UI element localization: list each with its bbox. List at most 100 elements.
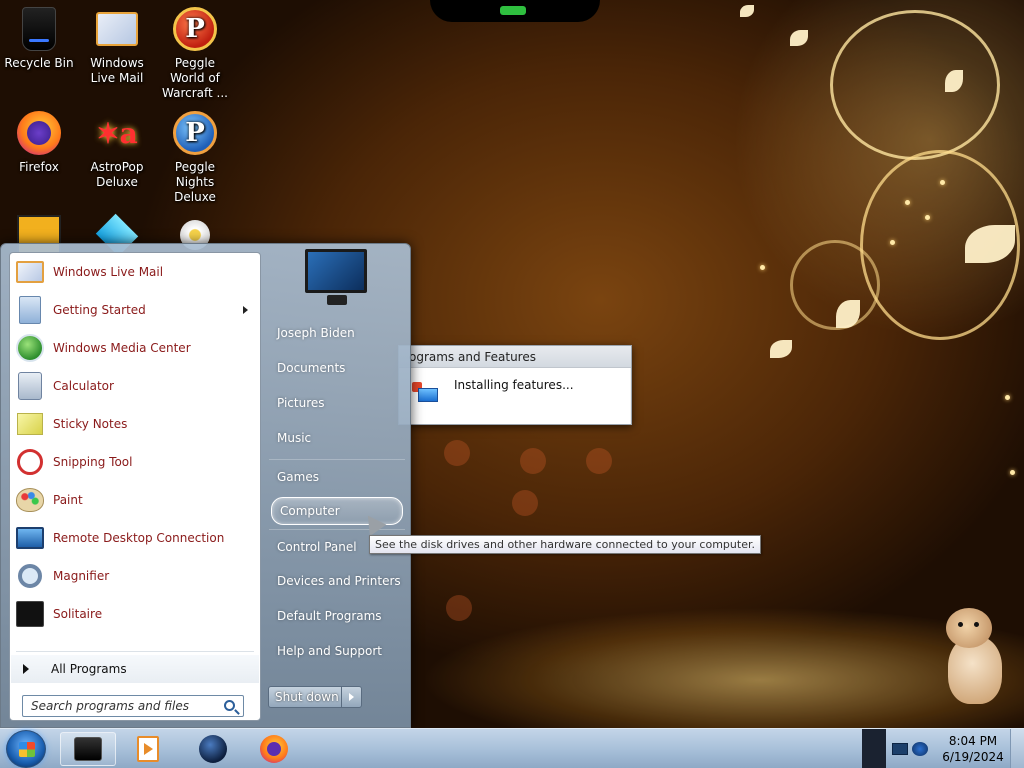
desktop-icon-label: Firefox <box>19 160 59 174</box>
recycle-bin-icon <box>16 6 62 52</box>
program-item-label: Magnifier <box>53 569 110 583</box>
desktop-icon-label: Peggle World of Warcraft ... <box>162 56 228 100</box>
start-button[interactable] <box>6 730 46 768</box>
wallpaper-sparkle <box>890 240 895 245</box>
dialog-title[interactable]: ograms and Features <box>399 346 631 368</box>
wallpaper-sparkle <box>925 215 930 220</box>
media-center-icon <box>15 333 45 363</box>
peggle-nights-icon: P <box>172 110 218 156</box>
getting-started-icon <box>15 295 45 325</box>
clock-time: 8:04 PM <box>948 734 998 748</box>
desktop-icon-peggle-wow[interactable]: P Peggle World of Warcraft ... <box>156 6 234 101</box>
programs-features-dialog[interactable]: ograms and Features Installing features.… <box>398 345 632 425</box>
submenu-arrow-icon[interactable] <box>243 306 248 314</box>
volume-icon[interactable] <box>912 742 928 756</box>
wallpaper-bokeh <box>512 490 538 516</box>
wallpaper-sparkle <box>1005 395 1010 400</box>
show-desktop-button[interactable] <box>1010 729 1024 768</box>
globe-icon <box>199 735 227 763</box>
wallpaper-swirl <box>830 10 1000 160</box>
place-help-support[interactable]: Help and Support <box>269 634 405 669</box>
program-item-label: Calculator <box>53 379 114 393</box>
program-item-label: Getting Started <box>53 303 146 317</box>
install-icon <box>412 382 438 404</box>
wallpaper-leaf <box>740 5 754 17</box>
desktop-icon-windows-live-mail[interactable]: Windows Live Mail <box>78 6 156 86</box>
place-default-programs[interactable]: Default Programs <box>269 599 405 634</box>
place-music[interactable]: Music <box>269 421 405 456</box>
program-item-label: Paint <box>53 493 83 507</box>
wallpaper-bokeh <box>520 448 546 474</box>
program-item-label: Windows Media Center <box>53 341 191 355</box>
desktop-icon-label: Recycle Bin <box>4 56 74 70</box>
start-menu-places: Joseph Biden Documents Pictures Music Ga… <box>269 316 405 669</box>
wallpaper-leaf <box>790 30 808 46</box>
program-item-label: Snipping Tool <box>53 455 133 469</box>
notification-area-overflow[interactable] <box>862 729 886 768</box>
firefox-icon <box>260 735 288 763</box>
shutdown-options-button[interactable] <box>341 687 361 707</box>
program-item-calculator[interactable]: Calculator <box>10 367 260 405</box>
taskbar-globe-app[interactable] <box>185 732 241 766</box>
program-item-label: Windows Live Mail <box>53 265 164 279</box>
snipping-tool-icon <box>15 447 45 477</box>
program-item-remote-desktop[interactable]: Remote Desktop Connection <box>10 519 260 557</box>
dialog-status-text: Installing features... <box>454 378 574 392</box>
place-pictures[interactable]: Pictures <box>269 386 405 421</box>
wallpaper-sparkle <box>1010 470 1015 475</box>
program-item-windows-media-center[interactable]: Windows Media Center <box>10 329 260 367</box>
hamster-decoration <box>944 608 1006 706</box>
wallpaper-top-notch <box>430 0 600 22</box>
remote-desktop-icon <box>15 523 45 553</box>
start-menu-programs-pane: Windows Live Mail Getting Started Window… <box>9 252 261 721</box>
program-item-snipping-tool[interactable]: Snipping Tool <box>10 443 260 481</box>
sticky-notes-icon <box>15 409 45 439</box>
mail-icon <box>94 6 140 52</box>
program-item-solitaire[interactable]: Solitaire <box>10 595 260 633</box>
shutdown-button[interactable]: Shut down <box>268 686 362 708</box>
desktop-icon-peggle-nights[interactable]: P Peggle Nights Deluxe <box>156 110 234 205</box>
desktop-icon-label: Peggle Nights Deluxe <box>174 160 216 204</box>
wallpaper-bokeh <box>444 440 470 466</box>
desktop-icon-firefox[interactable]: Firefox <box>0 110 78 175</box>
place-devices-printers[interactable]: Devices and Printers <box>269 564 405 599</box>
windows-explorer-icon <box>74 737 102 761</box>
media-player-icon <box>137 736 159 762</box>
program-item-magnifier[interactable]: Magnifier <box>10 557 260 595</box>
paint-icon <box>15 485 45 515</box>
network-icon[interactable] <box>892 743 908 755</box>
desktop-icon-astropop[interactable]: ✶a AstroPop Deluxe <box>78 110 156 190</box>
wallpaper-leaf <box>770 340 792 358</box>
expand-arrow-icon <box>23 664 29 674</box>
wallpaper-sparkle <box>760 265 765 270</box>
program-item-windows-live-mail[interactable]: Windows Live Mail <box>10 253 260 291</box>
wallpaper-bokeh <box>446 595 472 621</box>
program-item-getting-started[interactable]: Getting Started <box>10 291 260 329</box>
wallpaper-sparkle <box>905 200 910 205</box>
taskbar-clock[interactable]: 8:04 PM 6/19/2024 <box>938 733 1008 765</box>
monitor-icon <box>305 249 367 293</box>
start-search-box[interactable] <box>22 695 244 717</box>
place-user-folder[interactable]: Joseph Biden <box>269 316 405 351</box>
search-icon[interactable] <box>224 700 235 711</box>
taskbar-windows-explorer[interactable] <box>60 732 116 766</box>
all-programs-button[interactable]: All Programs <box>11 655 259 683</box>
desktop-icon-label: Windows Live Mail <box>90 56 144 85</box>
start-menu: Windows Live Mail Getting Started Window… <box>0 243 411 728</box>
computer-tooltip: See the disk drives and other hardware c… <box>369 535 761 554</box>
search-input[interactable] <box>31 699 213 713</box>
desktop-icon-recycle-bin[interactable]: Recycle Bin <box>0 6 78 71</box>
desktop-icon-label: AstroPop Deluxe <box>90 160 144 189</box>
calculator-icon <box>15 371 45 401</box>
program-item-label: Remote Desktop Connection <box>53 531 225 545</box>
place-games[interactable]: Games <box>269 459 405 494</box>
program-item-paint[interactable]: Paint <box>10 481 260 519</box>
taskbar-firefox[interactable] <box>246 732 302 766</box>
program-item-sticky-notes[interactable]: Sticky Notes <box>10 405 260 443</box>
all-programs-label: All Programs <box>51 662 127 676</box>
program-item-label: Solitaire <box>53 607 103 621</box>
windows-logo-icon <box>19 742 35 757</box>
place-documents[interactable]: Documents <box>269 351 405 386</box>
user-picture[interactable] <box>305 249 369 309</box>
taskbar-media-player[interactable] <box>120 732 176 766</box>
